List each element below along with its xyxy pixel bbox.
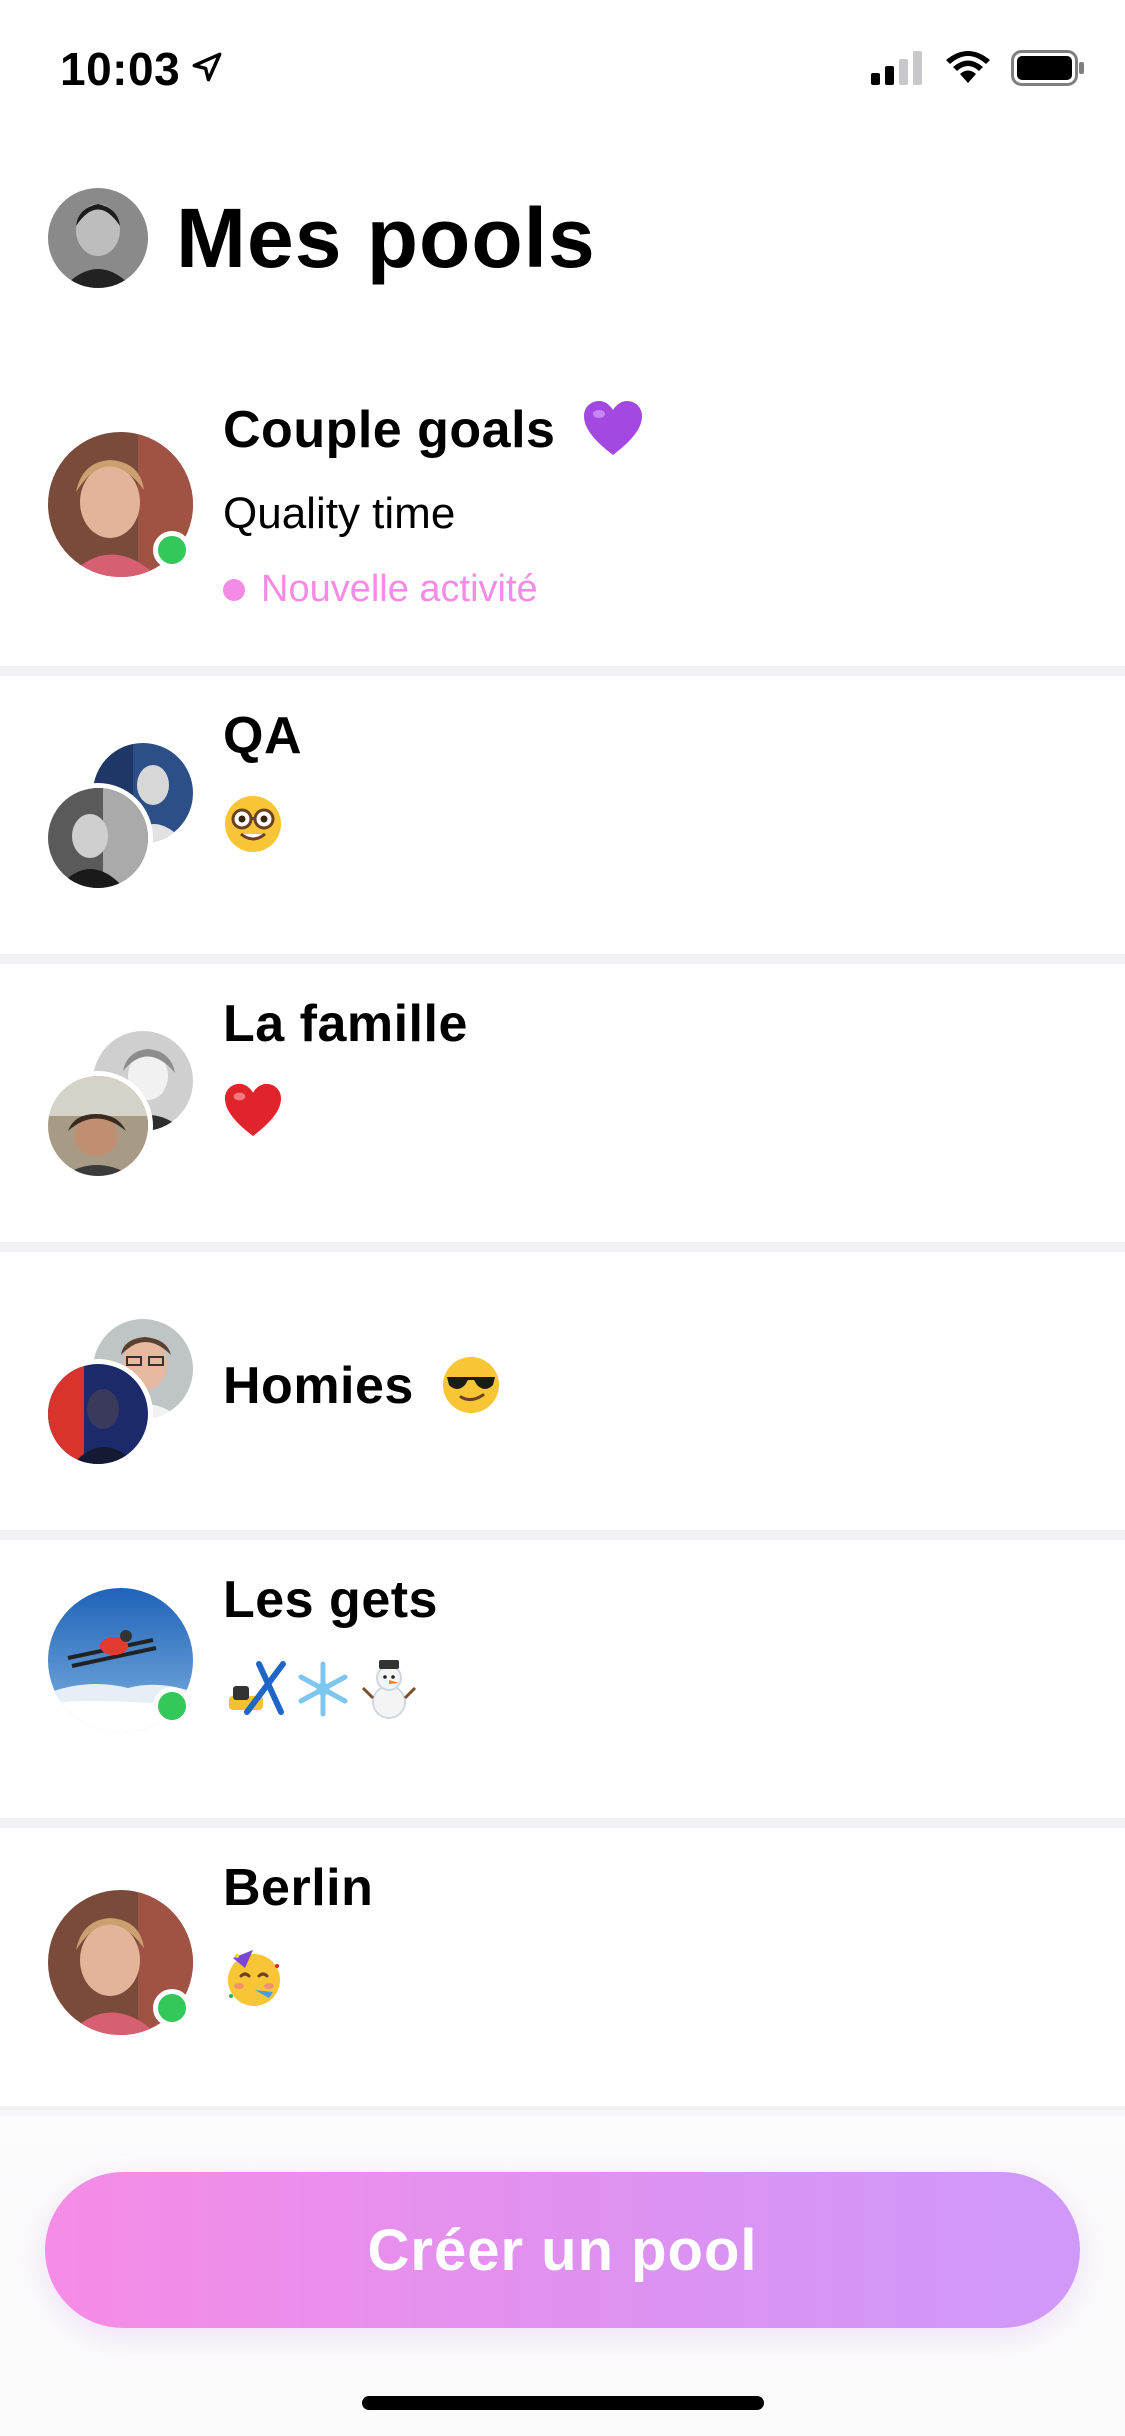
purple-heart-emoji: [584, 401, 643, 456]
activity-dot-icon: [223, 578, 245, 601]
red-heart-emoji: [225, 1084, 281, 1137]
header: Mes pools: [48, 188, 596, 288]
pool-avatar-group: [43, 1319, 193, 1469]
pool-row-homies[interactable]: Homies: [0, 1252, 1125, 1530]
create-pool-button[interactable]: Créer un pool: [45, 2172, 1080, 2328]
pool-avatar-group: [43, 743, 193, 893]
pool-avatar: [48, 1588, 193, 1733]
pool-name: La famille: [223, 995, 468, 1053]
member-avatar: [43, 1071, 153, 1181]
ski-snowflake-snowman-emoji: [229, 1660, 417, 1719]
pool-row-couple-goals[interactable]: Couple goals Quality time Nouvelle activ…: [0, 370, 1125, 666]
pool-name: Homies: [223, 1357, 414, 1415]
location-arrow-icon: [192, 52, 222, 82]
pool-row-la-famille[interactable]: La famille: [0, 964, 1125, 1242]
pool-avatar: [48, 432, 193, 577]
pool-row-berlin[interactable]: Berlin: [0, 1828, 1125, 2106]
pool-avatar-group: [43, 1031, 193, 1181]
nerd-face-emoji: [225, 796, 281, 852]
divider: [0, 954, 1125, 964]
profile-avatar[interactable]: [48, 188, 148, 288]
member-avatar: [43, 1359, 153, 1469]
pool-list: Couple goals Quality time Nouvelle activ…: [0, 370, 1125, 2116]
pool-avatar: [48, 1890, 193, 2035]
pool-name: Couple goals: [223, 401, 556, 459]
party-face-emoji: [228, 1950, 280, 2006]
online-status-indicator: [153, 1989, 191, 2027]
divider: [0, 1530, 1125, 1540]
wifi-icon: [946, 51, 990, 83]
pool-name: QA: [223, 707, 302, 765]
member-avatar: [43, 783, 153, 893]
online-status-indicator: [153, 531, 191, 569]
pool-row-qa[interactable]: QA: [0, 676, 1125, 954]
divider: [0, 1242, 1125, 1252]
pool-name: Les gets: [223, 1571, 438, 1629]
battery-icon: [1011, 50, 1084, 86]
status-bar: 10:03: [0, 0, 1125, 140]
page-title: Mes pools: [176, 190, 596, 285]
pool-row-les-gets[interactable]: Les gets: [0, 1540, 1125, 1818]
sunglasses-face-emoji: [442, 1357, 499, 1414]
pool-subtitle: Quality time: [223, 489, 456, 538]
divider: [0, 1818, 1125, 1828]
home-indicator[interactable]: [362, 2396, 764, 2410]
pool-name: Berlin: [223, 1859, 374, 1917]
divider: [0, 666, 1125, 676]
online-status-indicator: [153, 1687, 191, 1725]
pool-activity-status: Nouvelle activité: [261, 568, 538, 610]
cellular-signal-icon: [871, 51, 922, 85]
status-time: 10:03: [60, 43, 181, 95]
